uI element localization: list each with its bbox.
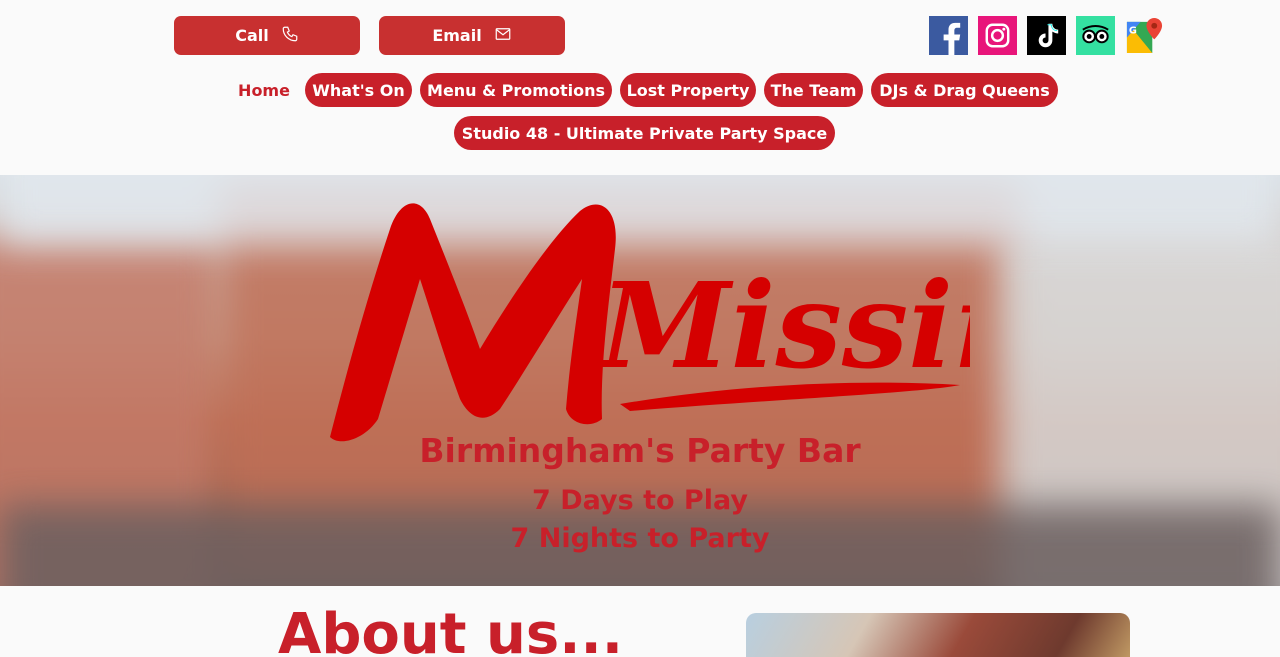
nav-the-team[interactable]: The Team [764,73,863,107]
google-maps-icon[interactable]: G [1125,16,1164,55]
nav-home[interactable]: Home [234,73,294,107]
email-button[interactable]: Email [379,16,565,55]
nav-menu-promotions[interactable]: Menu & Promotions [420,73,612,107]
nav-lost-property[interactable]: Lost Property [620,73,756,107]
phone-icon [281,25,299,47]
tripadvisor-icon[interactable] [1076,16,1115,55]
nav-whats-on[interactable]: What's On [305,73,412,107]
envelope-icon [494,25,512,47]
hero-banner: Missing Birmingham's Party Bar 7 Days to… [0,175,1280,586]
hero-tagline-days: 7 Days to Play [532,485,748,516]
tiktok-icon[interactable] [1027,16,1066,55]
instagram-icon[interactable] [978,16,1017,55]
logo-text: Missing [596,256,970,395]
facebook-icon[interactable] [929,16,968,55]
svg-text:G: G [1129,26,1137,37]
about-heading: About us... [278,602,624,657]
call-button-label: Call [235,26,269,45]
missing-logo: Missing [330,203,970,442]
email-button-label: Email [432,26,482,45]
call-button[interactable]: Call [174,16,360,55]
nav-djs-drag-queens[interactable]: DJs & Drag Queens [871,73,1058,107]
hero-title: Birmingham's Party Bar [419,431,861,470]
nav-studio-48[interactable]: Studio 48 - Ultimate Private Party Space [454,116,835,150]
about-photo [746,613,1130,657]
hero-tagline-nights: 7 Nights to Party [510,523,770,554]
